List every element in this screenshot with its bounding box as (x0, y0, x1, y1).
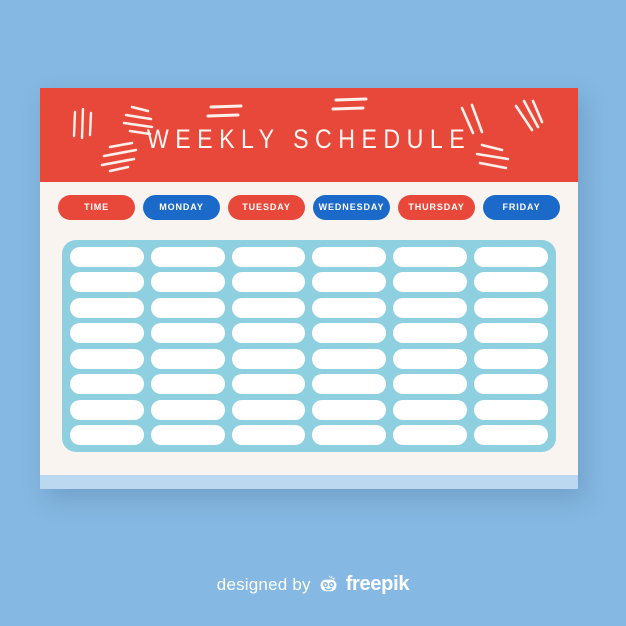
grid-cell[interactable] (231, 348, 306, 369)
grid-cell[interactable] (150, 323, 225, 344)
grid-cell[interactable] (70, 297, 144, 318)
day-button-thursday[interactable]: THURSDAY (398, 194, 475, 220)
grid-cell[interactable] (312, 424, 387, 445)
grid-cell[interactable] (474, 348, 548, 369)
grid-cell[interactable] (393, 247, 468, 267)
grid-cell[interactable] (474, 399, 548, 420)
equals-mark-right (330, 93, 374, 117)
table-row (70, 272, 548, 293)
grid-cell[interactable] (474, 374, 548, 395)
grid-cell[interactable] (312, 247, 387, 267)
table-row (70, 297, 548, 318)
equals-mark-left (205, 100, 249, 124)
footer-credit: designed by freepik (0, 573, 626, 596)
grid-cell[interactable] (393, 424, 468, 445)
grid-cell[interactable] (393, 272, 468, 293)
card-bottom-strip (40, 475, 578, 489)
grid-cell[interactable] (150, 272, 225, 293)
day-button-time[interactable]: TIME (58, 194, 135, 220)
grid-cell[interactable] (231, 374, 306, 395)
freepik-mascot-icon (318, 574, 339, 595)
grid-cell[interactable] (150, 374, 225, 395)
grid-cell[interactable] (393, 399, 468, 420)
grid-cell[interactable] (312, 374, 387, 395)
grid-cell[interactable] (70, 424, 144, 445)
grid-cell[interactable] (70, 348, 144, 369)
grid-cell[interactable] (312, 348, 387, 369)
grid-cell[interactable] (150, 424, 225, 445)
grid-cell[interactable] (70, 272, 144, 293)
day-button-wednesday[interactable]: WEDNESDAY (313, 194, 390, 220)
grid-cell[interactable] (474, 323, 548, 344)
table-row (70, 348, 548, 369)
grid-cell[interactable] (312, 399, 387, 420)
grid-cell[interactable] (70, 374, 144, 395)
grid-cell[interactable] (150, 399, 225, 420)
table-row (70, 247, 548, 267)
day-button-monday[interactable]: MONDAY (143, 194, 220, 220)
grid-cell[interactable] (474, 424, 548, 445)
grid-cell[interactable] (150, 247, 225, 267)
grid-cell[interactable] (312, 297, 387, 318)
day-button-friday[interactable]: FRIDAY (483, 194, 560, 220)
grid-cell[interactable] (231, 399, 306, 420)
grid-cell[interactable] (70, 323, 144, 344)
table-row (70, 424, 548, 445)
table-row (70, 399, 548, 420)
schedule-card: WEEKLY SCHEDULE TIME MONDAY TUESDAY WEDN… (40, 88, 578, 489)
grid-cell[interactable] (393, 297, 468, 318)
grid-cell[interactable] (70, 247, 144, 267)
table-row (70, 323, 548, 344)
footer-brand: freepik (345, 573, 410, 595)
grid-cell[interactable] (231, 297, 306, 318)
grid-cell[interactable] (393, 323, 468, 344)
grid-cell[interactable] (231, 272, 306, 293)
grid-cell[interactable] (70, 399, 144, 420)
grid-cell[interactable] (312, 272, 387, 293)
table-row (70, 374, 548, 395)
grid-cell[interactable] (474, 297, 548, 318)
grid-cell[interactable] (150, 348, 225, 369)
grid-cell[interactable] (231, 323, 306, 344)
grid-cell[interactable] (393, 348, 468, 369)
grid-cell[interactable] (231, 247, 306, 267)
schedule-grid (62, 240, 556, 452)
grid-cell[interactable] (474, 247, 548, 267)
grid-cell[interactable] (312, 323, 387, 344)
footer-text: designed by (216, 574, 311, 594)
grid-cell[interactable] (231, 424, 306, 445)
page-title: WEEKLY SCHEDULE (146, 124, 472, 154)
day-button-tuesday[interactable]: TUESDAY (228, 194, 305, 220)
day-button-row: TIME MONDAY TUESDAY WEDNESDAY THURSDAY F… (40, 182, 578, 232)
card-header: WEEKLY SCHEDULE (40, 88, 578, 182)
grid-cell[interactable] (474, 272, 548, 293)
grid-cell[interactable] (393, 374, 468, 395)
grid-cell[interactable] (150, 297, 225, 318)
